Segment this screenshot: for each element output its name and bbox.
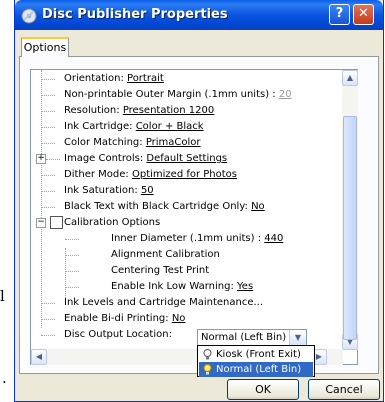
item-label: Black Text with Black Cartridge Only: xyxy=(64,201,252,212)
item-label: Ink Cartridge: xyxy=(64,121,136,132)
tree-branch xyxy=(41,143,55,144)
color-matching-value[interactable]: PrimaColor xyxy=(146,137,201,148)
chevron-down-icon[interactable]: ▼ xyxy=(289,330,306,345)
tree-branch xyxy=(41,111,55,112)
item-label: Orientation: xyxy=(64,73,128,84)
item-label: Color Matching: xyxy=(64,137,146,148)
lightbulb-icon xyxy=(203,364,212,375)
tree-item-black-text[interactable]: Black Text with Black Cartridge Only: No xyxy=(64,199,265,215)
item-label: Dither Mode: xyxy=(64,169,132,180)
tree-item-alignment[interactable]: Alignment Calibration xyxy=(111,247,220,263)
tree-branch xyxy=(65,239,79,240)
option-normal[interactable]: Normal (Left Bin) xyxy=(199,362,313,377)
cancel-button[interactable]: Cancel xyxy=(308,379,380,400)
tree-item-resolution[interactable]: Resolution: Presentation 1200 xyxy=(64,103,214,119)
item-label: Image Controls: xyxy=(64,153,147,164)
tree-branch xyxy=(41,175,55,176)
help-button[interactable]: ? xyxy=(329,4,350,25)
tree-branch xyxy=(41,95,55,96)
orientation-value[interactable]: Portrait xyxy=(127,73,164,84)
tab-options[interactable]: Options xyxy=(21,37,69,57)
tree-branch xyxy=(41,319,55,320)
tree-item-calibration[interactable]: Calibration Options xyxy=(64,215,160,231)
tree-branch xyxy=(65,255,79,256)
disc-output-select[interactable]: Normal (Left Bin) ▼ xyxy=(197,329,307,346)
tree-item-inner-diameter[interactable]: Inner Diameter (.1mm units) : 440 xyxy=(111,231,283,247)
tree-branch xyxy=(46,159,60,160)
bidi-value[interactable]: No xyxy=(172,313,186,324)
tree-item-low-warning[interactable]: Enable Ink Low Warning: Yes xyxy=(111,279,253,295)
item-label: Disc Output Location: xyxy=(64,329,172,340)
tree-connector xyxy=(41,70,42,328)
scrollbar-thumb[interactable] xyxy=(343,116,357,340)
stray-glyph-top: l xyxy=(0,287,5,305)
tree-item-margin[interactable]: Non-printable Outer Margin (.1mm units) … xyxy=(64,87,292,103)
item-label: Enable Bi-di Printing: xyxy=(64,313,172,324)
tree-branch xyxy=(65,287,79,288)
tree-item-bidi[interactable]: Enable Bi-di Printing: No xyxy=(64,311,185,327)
margin-value[interactable]: 20 xyxy=(279,89,292,100)
window-title: Disc Publisher Properties xyxy=(42,7,228,22)
tree-branch xyxy=(41,335,55,336)
scroll-up-icon[interactable]: ▲ xyxy=(342,70,358,86)
ok-button[interactable]: OK xyxy=(227,379,299,400)
disc-output-dropdown: Kiosk (Front Exit) Normal (Left Bin) xyxy=(197,345,315,377)
scroll-left-icon[interactable]: ◀ xyxy=(31,349,47,365)
tree-item-disc-output[interactable]: Disc Output Location: xyxy=(64,327,172,343)
tree-item-dither-mode[interactable]: Dither Mode: Optimized for Photos xyxy=(64,167,237,183)
tree-branch xyxy=(41,79,55,80)
collapse-minus-icon[interactable]: − xyxy=(36,218,46,228)
tree-item-color-matching[interactable]: Color Matching: PrimaColor xyxy=(64,135,201,151)
tree-item-ink-cartridge[interactable]: Ink Cartridge: Color + Black xyxy=(64,119,204,135)
stray-glyph-bottom: . xyxy=(2,369,7,387)
tree-item-image-controls[interactable]: Image Controls: Default Settings xyxy=(64,151,227,167)
disc-icon xyxy=(21,8,37,24)
tree-item-orientation[interactable]: Orientation: Portrait xyxy=(64,71,164,87)
properties-dialog: Disc Publisher Properties ? ✕ Options Or… xyxy=(14,0,384,402)
item-label: Ink Saturation: xyxy=(64,185,141,196)
tree-branch xyxy=(41,207,55,208)
option-kiosk[interactable]: Kiosk (Front Exit) xyxy=(199,347,313,362)
item-label: Enable Ink Low Warning: xyxy=(111,281,238,292)
tree-item-ink-saturation[interactable]: Ink Saturation: 50 xyxy=(64,183,154,199)
option-label: Kiosk (Front Exit) xyxy=(216,349,301,360)
tree-branch xyxy=(41,127,55,128)
tree-branch xyxy=(41,191,55,192)
black-text-value[interactable]: No xyxy=(251,201,265,212)
item-label: Inner Diameter (.1mm units) : xyxy=(111,233,265,244)
close-button[interactable]: ✕ xyxy=(353,4,374,25)
tree-branch xyxy=(65,271,79,272)
item-label: Resolution: xyxy=(64,105,123,116)
tree-item-ink-levels[interactable]: Ink Levels and Cartridge Maintenance... xyxy=(64,295,263,311)
tree-branch xyxy=(41,303,55,304)
image-controls-value[interactable]: Default Settings xyxy=(146,153,227,164)
inner-diameter-value[interactable]: 440 xyxy=(264,233,283,244)
lightbulb-icon xyxy=(203,349,212,360)
resolution-value[interactable]: Presentation 1200 xyxy=(123,105,214,116)
option-label: Normal (Left Bin) xyxy=(216,364,302,375)
low-warning-value[interactable]: Yes xyxy=(237,281,253,292)
expand-plus-icon[interactable]: + xyxy=(36,154,46,164)
ink-saturation-value[interactable]: 50 xyxy=(141,185,154,196)
options-tree: Orientation: Portrait Non-printable Oute… xyxy=(30,69,358,365)
item-label: Calibration Options xyxy=(64,217,161,228)
selected-value: Normal (Left Bin) xyxy=(201,332,287,343)
ink-cartridge-value[interactable]: Color + Black xyxy=(136,121,204,132)
dither-mode-value[interactable]: Optimized for Photos xyxy=(132,169,237,180)
item-label: Non-printable Outer Margin (.1mm units) … xyxy=(64,89,279,100)
title-bar[interactable]: Disc Publisher Properties ? ✕ xyxy=(15,0,383,30)
tree-item-centering[interactable]: Centering Test Print xyxy=(111,263,209,279)
calibration-icon xyxy=(50,216,63,229)
